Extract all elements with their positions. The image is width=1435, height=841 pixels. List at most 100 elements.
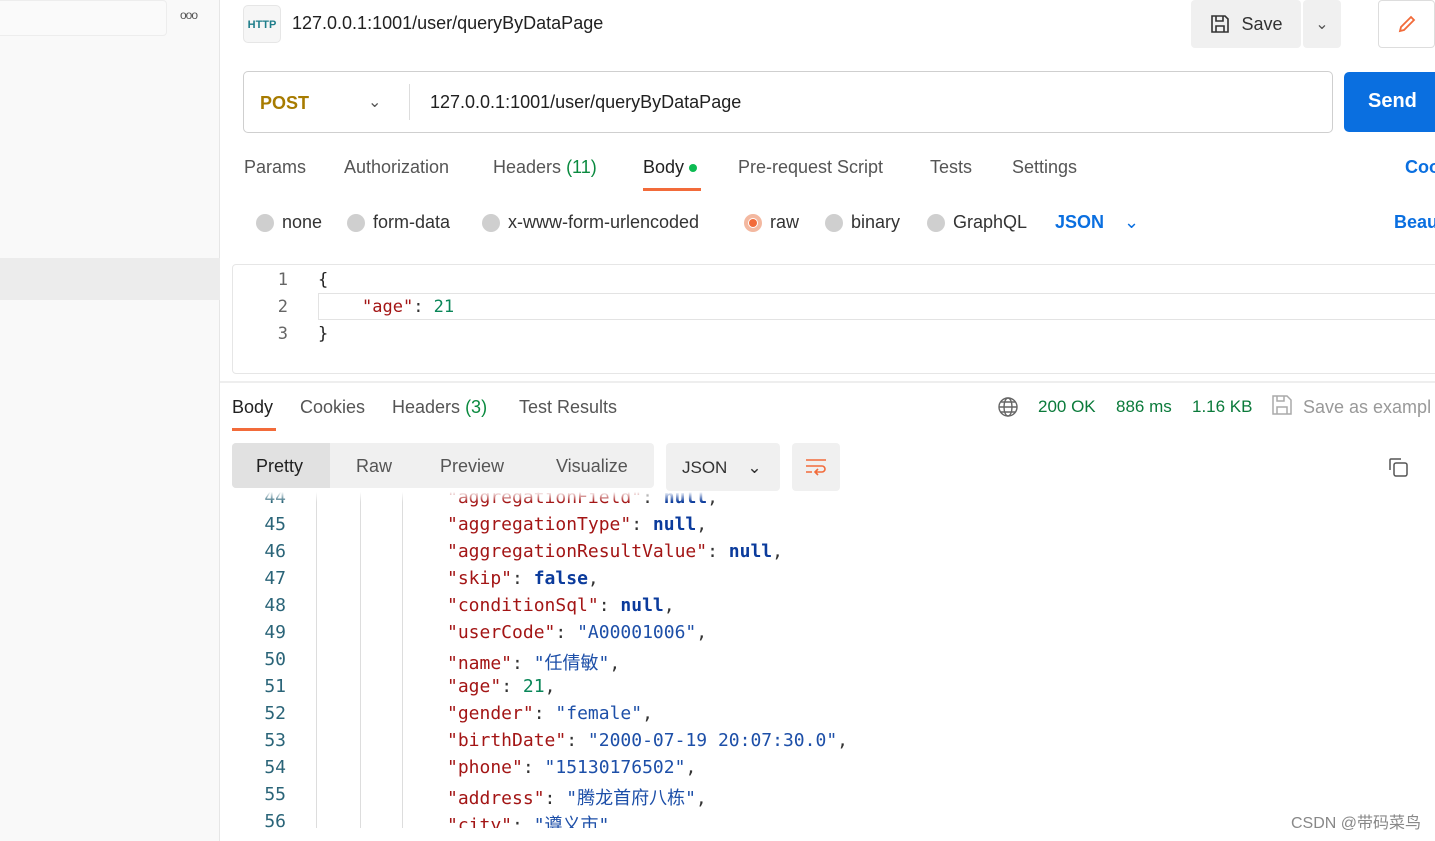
json-value: null	[728, 541, 773, 562]
tab-body[interactable]: Body	[643, 157, 698, 178]
code-text: "userCode": "A00001006",	[447, 622, 708, 643]
line-number: 50	[264, 649, 286, 670]
language-label: JSON	[1055, 212, 1105, 232]
view-preview[interactable]: Preview	[440, 456, 504, 477]
tab-params[interactable]: Params	[244, 157, 306, 178]
code-line: 53 "birthDate": "2000-07-19 20:07:30.0",	[232, 730, 1432, 757]
line-number: 45	[264, 514, 286, 535]
json-value: "A00001006"	[577, 622, 697, 643]
status-code[interactable]: 200 OK	[1038, 397, 1096, 417]
radio-icon	[256, 213, 274, 232]
sidebar-selected-item[interactable]	[0, 258, 220, 300]
response-tab-cookies[interactable]: Cookies	[300, 397, 365, 418]
format-label: JSON	[682, 458, 728, 477]
response-tab-body[interactable]: Body	[232, 397, 273, 418]
radio-none[interactable]: none	[256, 212, 322, 233]
toolbar-shadow	[232, 492, 1435, 502]
code-text: "aggregationResultValue": null,	[447, 541, 783, 562]
json-key: "userCode"	[447, 622, 556, 643]
save-as-example-button[interactable]: Save as exampl	[1303, 397, 1431, 418]
tab-tests[interactable]: Tests	[930, 157, 972, 178]
radio-graphql[interactable]: GraphQL	[927, 212, 1027, 233]
copy-icon[interactable]	[1387, 456, 1409, 478]
json-key: "conditionSql"	[447, 595, 599, 616]
tab-label: Headers	[493, 157, 562, 177]
chevron-down-icon: ⌄	[747, 458, 762, 477]
code-line: 50 "name": "任倩敏",	[232, 649, 1432, 676]
json-value: "female"	[555, 703, 643, 724]
cookies-link[interactable]: Coo	[1405, 157, 1435, 178]
line-number: 3	[277, 324, 288, 344]
radio-raw[interactable]: raw	[744, 212, 799, 233]
json-value: "任倩敏"	[533, 653, 610, 674]
format-select[interactable]: JSON ⌄	[666, 443, 780, 491]
tab-pre-request-script[interactable]: Pre-request Script	[738, 157, 883, 178]
radio-icon	[482, 213, 500, 232]
view-pretty[interactable]: Pretty	[256, 456, 303, 477]
line-number: 2	[277, 297, 288, 317]
response-body-viewer[interactable]: 44"aggregationField": null,45"aggregatio…	[232, 492, 1435, 828]
tab-headers[interactable]: Headers (11)	[493, 157, 597, 178]
radio-urlencoded[interactable]: x-www-form-urlencoded	[482, 212, 699, 233]
line-number: 53	[264, 730, 286, 751]
globe-icon[interactable]	[997, 396, 1019, 418]
json-key: "phone"	[447, 757, 523, 778]
wrap-lines-button[interactable]	[792, 443, 840, 491]
json-value: null	[652, 514, 697, 535]
code-line: 56 "city": "遵义市",	[232, 811, 1432, 828]
view-visualize[interactable]: Visualize	[556, 456, 628, 477]
watermark: CSDN @带码菜鸟	[1290, 815, 1421, 832]
tab-settings[interactable]: Settings	[1012, 157, 1077, 178]
save-button[interactable]: Save	[1191, 0, 1301, 48]
json-key: "aggregationType"	[447, 514, 632, 535]
save-dropdown-button[interactable]: ⌄	[1303, 0, 1341, 48]
method-select[interactable]: POST	[260, 93, 309, 114]
code-line: 54 "phone": "15130176502",	[232, 757, 1432, 784]
send-button[interactable]: Send	[1344, 72, 1435, 132]
beautify-link[interactable]: Beau	[1394, 212, 1435, 233]
save-label: Save	[1241, 13, 1283, 34]
line-number: 1	[277, 270, 288, 290]
response-time[interactable]: 886 ms	[1116, 397, 1172, 417]
more-options-icon[interactable]: ooo	[180, 8, 198, 22]
url-input[interactable]: 127.0.0.1:1001/user/queryByDataPage	[430, 92, 741, 113]
code-text: "conditionSql": null,	[447, 595, 675, 616]
active-tab-indicator	[232, 428, 276, 431]
line-number: 56	[264, 811, 286, 828]
tab-authorization[interactable]: Authorization	[344, 157, 449, 178]
radio-form-data[interactable]: form-data	[347, 212, 450, 233]
json-key: "city"	[447, 815, 513, 828]
code-line: 46 "aggregationResultValue": null,	[232, 541, 1432, 568]
json-key: "birthDate"	[447, 730, 567, 751]
response-tab-test-results[interactable]: Test Results	[519, 397, 617, 418]
code-text: "age": 21	[362, 297, 455, 317]
radio-icon	[825, 213, 843, 232]
code-line: 48 "conditionSql": null,	[232, 595, 1432, 622]
code-text: {	[318, 270, 329, 290]
edit-button[interactable]	[1378, 0, 1435, 48]
request-title[interactable]: 127.0.0.1:1001/user/queryByDataPage	[292, 13, 603, 34]
radio-binary[interactable]: binary	[825, 212, 900, 233]
code-line: 47 "skip": false,	[232, 568, 1432, 595]
view-raw[interactable]: Raw	[356, 456, 392, 477]
code-line: 52 "gender": "female",	[232, 703, 1432, 730]
line-number: 49	[264, 622, 286, 643]
code-text: "name": "任倩敏",	[447, 653, 621, 674]
chevron-down-icon[interactable]: ⌄	[368, 92, 381, 112]
line-number: 46	[264, 541, 286, 562]
sidebar-search-input[interactable]	[0, 0, 167, 36]
response-tab-headers[interactable]: Headers (3)	[392, 397, 487, 418]
language-select[interactable]: JSON ⌄	[1055, 212, 1139, 233]
code-text: "aggregationType": null,	[447, 514, 708, 535]
line-number: 52	[264, 703, 286, 724]
chevron-down-icon: ⌄	[1124, 212, 1140, 232]
chevron-down-icon: ⌄	[1315, 16, 1329, 33]
tab-label: Headers	[392, 397, 461, 417]
code-text: "address": "腾龙首府八栋",	[447, 788, 707, 809]
line-number: 55	[264, 784, 286, 805]
code-text: "skip": false,	[447, 568, 599, 589]
json-value: 21	[522, 676, 545, 697]
code-text: "gender": "female",	[447, 703, 653, 724]
response-size[interactable]: 1.16 KB	[1192, 397, 1253, 417]
active-tab-indicator	[643, 188, 701, 191]
